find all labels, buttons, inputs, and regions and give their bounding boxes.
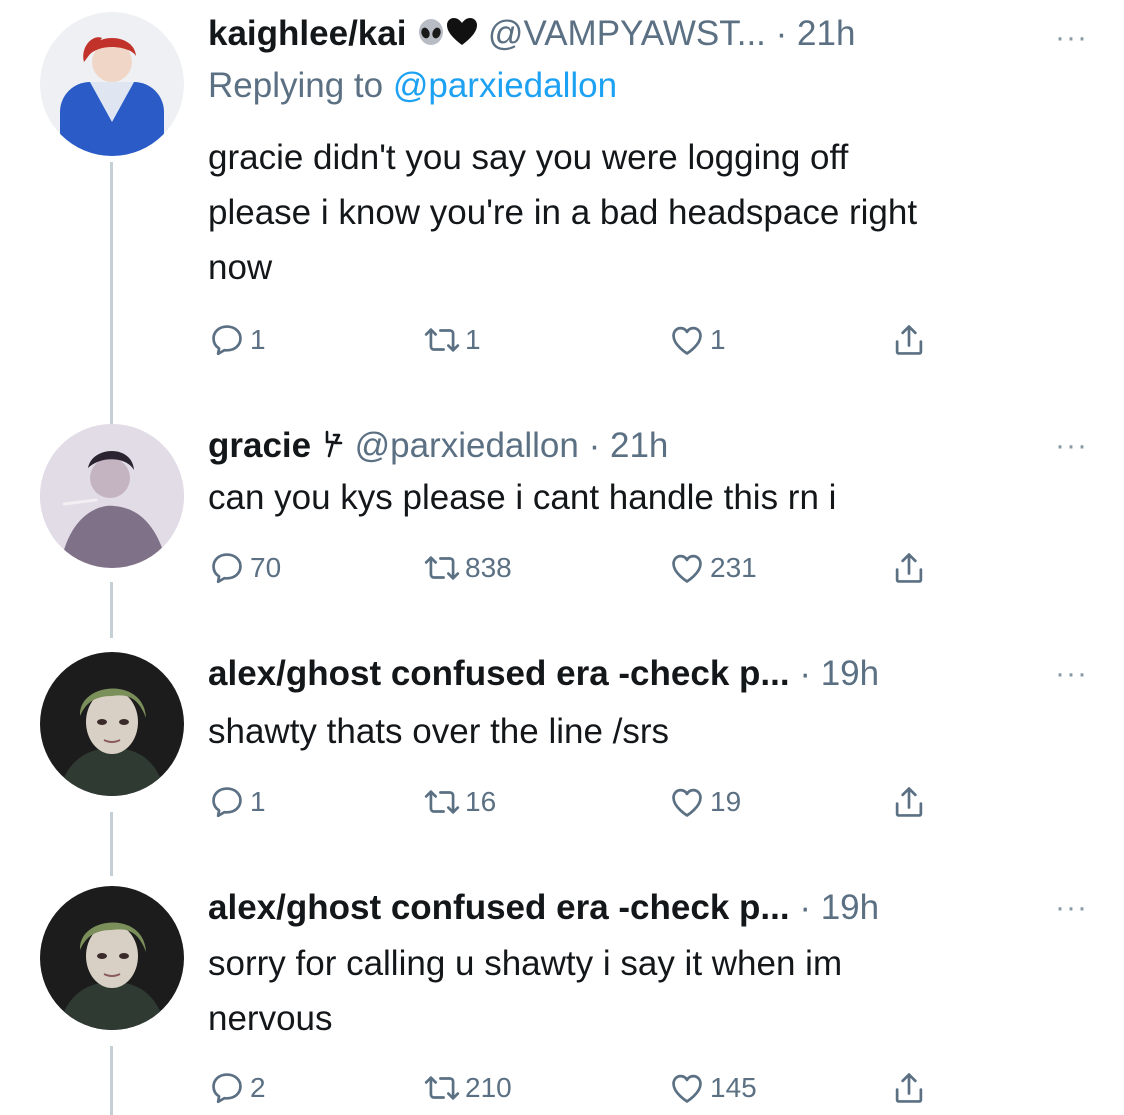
tweet-header: gracie @parxiedallon · 21h [208,424,1084,470]
share-icon [890,321,928,359]
like-button[interactable]: 231 [668,546,757,590]
retweet-count: 1 [465,324,481,355]
replying-to: Replying to @parxiedallon [208,64,617,108]
reply-icon [208,1069,246,1107]
tweet-header: alex/ghost confused era -check p... · 19… [208,886,1084,930]
reply-icon [208,783,246,821]
black-heart-emoji [446,14,478,58]
like-count: 231 [710,552,757,583]
separator-dot: · [799,654,811,693]
retweet-count: 210 [465,1072,512,1103]
more-options-icon[interactable]: ··· [1055,659,1088,689]
user-handle[interactable]: @VAMPYAWST... [488,14,766,53]
share-button[interactable] [890,1066,932,1110]
reply-count: 2 [250,1072,266,1103]
like-button[interactable]: 19 [668,780,741,824]
tweet-text: gracie didn't you say you were logging o… [208,130,1086,295]
tweet-header: alex/ghost confused era -check p... · 19… [208,652,1084,696]
tweet-text-line: now [208,248,273,287]
display-name[interactable]: kaighlee/kai [208,14,406,53]
like-icon [668,1069,706,1107]
timestamp[interactable]: 21h [797,14,855,53]
tweet-text-line: shawty thats over the line /srs [208,712,670,751]
share-icon [890,783,928,821]
reply-icon [208,549,246,587]
tweet-text: sorry for calling u shawty i say it when… [208,936,1086,1046]
display-name[interactable]: alex/ghost confused era -check p... [208,888,790,927]
reply-count: 1 [250,786,266,817]
tweet-actions: 1 16 19 [208,780,968,824]
like-count: 145 [710,1072,757,1103]
reply-icon [208,321,246,359]
retweet-icon [423,1069,461,1107]
share-button[interactable] [890,546,932,590]
retweet-button[interactable]: 1 [423,318,481,362]
retweet-button[interactable]: 838 [423,546,512,590]
display-name[interactable]: gracie [208,426,311,465]
tweet-text: shawty thats over the line /srs [208,704,1086,759]
like-icon [668,783,706,821]
like-button[interactable]: 1 [668,318,726,362]
reply-button[interactable]: 1 [208,318,266,362]
tweet-actions: 2 210 145 [208,1066,968,1110]
lightning-symbol [321,426,345,470]
avatar[interactable] [40,652,184,796]
reply-button[interactable]: 2 [208,1066,266,1110]
tweet-text-line: sorry for calling u shawty i say it when… [208,944,843,983]
reply-count: 1 [250,324,266,355]
tweet-text-line: nervous [208,999,333,1038]
timestamp[interactable]: 21h [610,426,668,465]
retweet-button[interactable]: 210 [423,1066,512,1110]
timestamp[interactable]: 19h [821,888,879,927]
like-icon [668,549,706,587]
tweet-text: can you kys please i cant handle this rn… [208,470,1086,525]
avatar[interactable] [40,424,184,568]
replying-to-handle[interactable]: @parxiedallon [393,66,617,105]
separator-dot: · [775,14,788,53]
like-icon [668,321,706,359]
tweet-text-line: please i know you're in a bad headspace … [208,193,918,232]
more-options-icon[interactable]: ··· [1055,893,1088,923]
tweet[interactable]: alex/ghost confused era -check p... · 19… [0,886,1124,1115]
tweet-header: kaighlee/kai @VAMPYAWST... · 21h [208,12,1084,58]
retweet-icon [423,549,461,587]
tweet-actions: 1 1 1 [208,318,968,362]
alien-emoji [416,14,446,58]
reply-count: 70 [250,552,282,583]
retweet-icon [423,321,461,359]
tweet[interactable]: gracie @parxiedallon · 21h ··· can you k… [0,424,1124,614]
more-options-icon[interactable]: ··· [1055,23,1088,53]
like-count: 1 [710,324,726,355]
timestamp[interactable]: 19h [821,654,879,693]
retweet-count: 16 [465,786,497,817]
share-button[interactable] [890,318,932,362]
replying-to-label: Replying to [208,66,393,105]
share-icon [890,549,928,587]
retweet-icon [423,783,461,821]
like-button[interactable]: 145 [668,1066,757,1110]
retweet-count: 838 [465,552,512,583]
user-handle[interactable]: @parxiedallon [355,426,579,465]
tweet-actions: 70 838 231 [208,546,968,590]
separator-dot: · [799,888,811,927]
more-options-icon[interactable]: ··· [1055,431,1088,461]
tweet[interactable]: alex/ghost confused era -check p... · 19… [0,652,1124,842]
tweet[interactable]: kaighlee/kai @VAMPYAWST... · 21h ··· Rep… [0,0,1124,400]
avatar[interactable] [40,886,184,1030]
tweet-text-line: gracie didn't you say you were logging o… [208,138,849,177]
retweet-button[interactable]: 16 [423,780,496,824]
separator-dot: · [588,426,601,465]
reply-button[interactable]: 1 [208,780,266,824]
display-name[interactable]: alex/ghost confused era -check p... [208,654,790,693]
share-button[interactable] [890,780,932,824]
avatar[interactable] [40,12,184,156]
reply-button[interactable]: 70 [208,546,281,590]
share-icon [890,1069,928,1107]
tweet-text-line: can you kys please i cant handle this rn… [208,478,837,517]
like-count: 19 [710,786,742,817]
